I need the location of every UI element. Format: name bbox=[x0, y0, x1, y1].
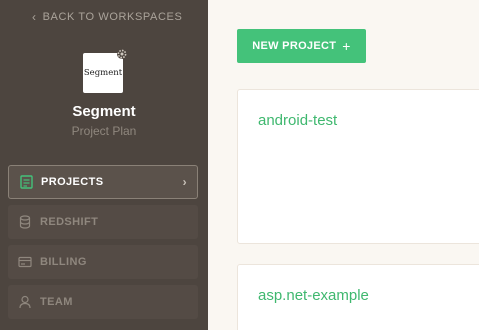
sidebar-item-label: PROJECTS bbox=[41, 176, 104, 188]
user-icon bbox=[18, 295, 32, 309]
billing-icon bbox=[18, 255, 32, 269]
back-to-workspaces-label: BACK TO WORKSPACES bbox=[42, 11, 183, 23]
project-name[interactable]: asp.net-example bbox=[258, 287, 369, 304]
sidebar-nav: PROJECTS › REDSHIFT BILLING TEAM bbox=[8, 165, 198, 325]
workspace-logo[interactable]: Segment bbox=[83, 49, 127, 93]
plus-icon: + bbox=[342, 38, 351, 54]
new-project-button[interactable]: NEW PROJECT + bbox=[237, 29, 366, 63]
sidebar-item-label: REDSHIFT bbox=[40, 216, 99, 228]
project-name[interactable]: android-test bbox=[258, 112, 337, 129]
database-icon bbox=[18, 215, 32, 229]
project-card[interactable]: android-test bbox=[237, 89, 479, 244]
workspace-plan: Project Plan bbox=[71, 124, 137, 138]
sidebar-item-label: TEAM bbox=[40, 296, 73, 308]
sidebar-item-billing[interactable]: BILLING bbox=[8, 245, 198, 279]
sidebar-item-team[interactable]: TEAM bbox=[8, 285, 198, 319]
gear-icon[interactable] bbox=[116, 48, 128, 60]
main-content: NEW PROJECT + android-test asp.net-examp… bbox=[208, 0, 479, 330]
workspace-name: Segment bbox=[72, 103, 136, 120]
chevron-left-icon: ‹ bbox=[32, 10, 37, 24]
projects-icon bbox=[19, 175, 33, 189]
sidebar-item-projects[interactable]: PROJECTS › bbox=[8, 165, 198, 199]
new-project-label: NEW PROJECT bbox=[252, 40, 337, 52]
back-to-workspaces-link[interactable]: ‹ BACK TO WORKSPACES bbox=[32, 10, 182, 24]
chevron-right-icon: › bbox=[182, 175, 187, 189]
project-card[interactable]: asp.net-example bbox=[237, 264, 479, 330]
sidebar: ‹ BACK TO WORKSPACES Segment Segment Pro… bbox=[0, 0, 208, 330]
sidebar-item-label: BILLING bbox=[40, 256, 87, 268]
logo-text: Segment bbox=[83, 68, 123, 78]
sidebar-item-redshift[interactable]: REDSHIFT bbox=[8, 205, 198, 239]
